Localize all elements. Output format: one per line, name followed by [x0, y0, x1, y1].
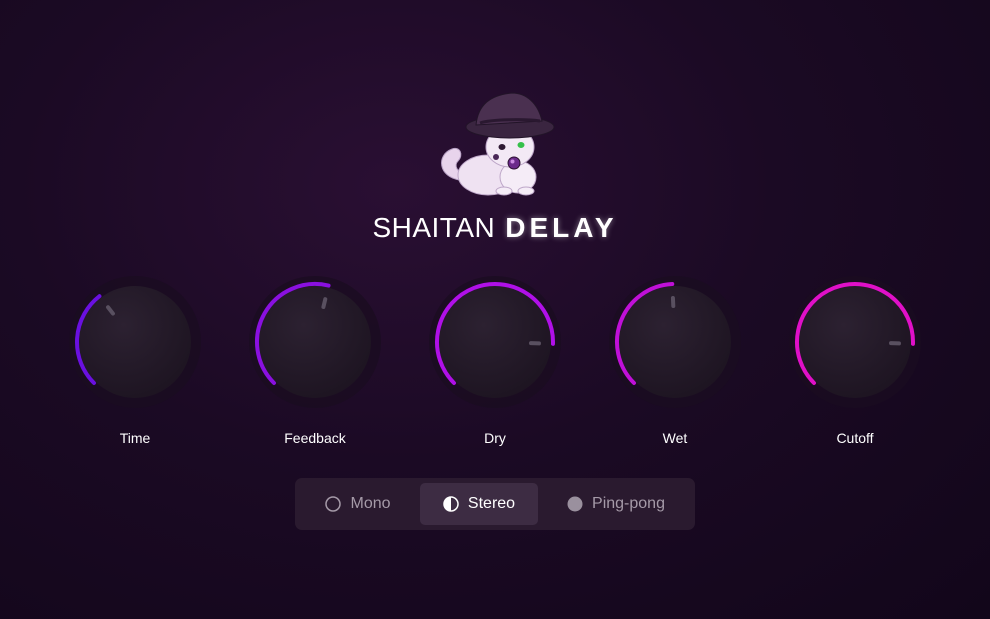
mode-ping-pong-label: Ping-pong [592, 495, 665, 512]
mode-stereo-label: Stereo [467, 495, 516, 512]
knob-cutoff[interactable]: Cutoff [785, 272, 925, 452]
knob-label-dry: Dry [484, 430, 506, 446]
mode-ping-pong-button[interactable]: Ping-pong [542, 483, 690, 525]
knob-label-feedback: Feedback [284, 430, 346, 446]
mode-stereo-button[interactable]: Stereo [420, 483, 538, 525]
knob-wet[interactable]: Wet [605, 272, 745, 452]
circle-outline-icon [325, 496, 342, 512]
knob-face[interactable] [79, 286, 191, 398]
knob-indicator [321, 297, 328, 309]
knob-label-wet: Wet [662, 430, 688, 446]
filled-circle-icon [567, 496, 583, 512]
mode-mono-label: Mono [350, 495, 391, 512]
stereo-mode-selector: Mono Stereo Ping-pong [295, 478, 695, 530]
cutoff-knob-dial[interactable] [785, 272, 925, 412]
knob-dry[interactable]: Dry [425, 272, 565, 452]
plugin-title: SHAITAN DELAY [0, 208, 990, 248]
wet-knob-dial[interactable] [605, 272, 745, 412]
feedback-knob-dial[interactable] [245, 272, 385, 412]
knob-time[interactable]: Time [65, 272, 205, 452]
knob-label-time: Time [119, 430, 151, 446]
half-circle-icon [443, 496, 459, 512]
knob-face[interactable] [259, 286, 371, 398]
knob-label-cutoff: Cutoff [836, 430, 874, 446]
title-main: DELAY [505, 212, 618, 243]
time-knob-dial[interactable] [65, 272, 205, 412]
knob-feedback[interactable]: Feedback [245, 272, 385, 452]
title-prefix: SHAITAN [372, 212, 496, 243]
dry-knob-dial[interactable] [425, 272, 565, 412]
mode-mono-button[interactable]: Mono [300, 483, 416, 525]
cat-witch-hat-logo [441, 92, 555, 196]
